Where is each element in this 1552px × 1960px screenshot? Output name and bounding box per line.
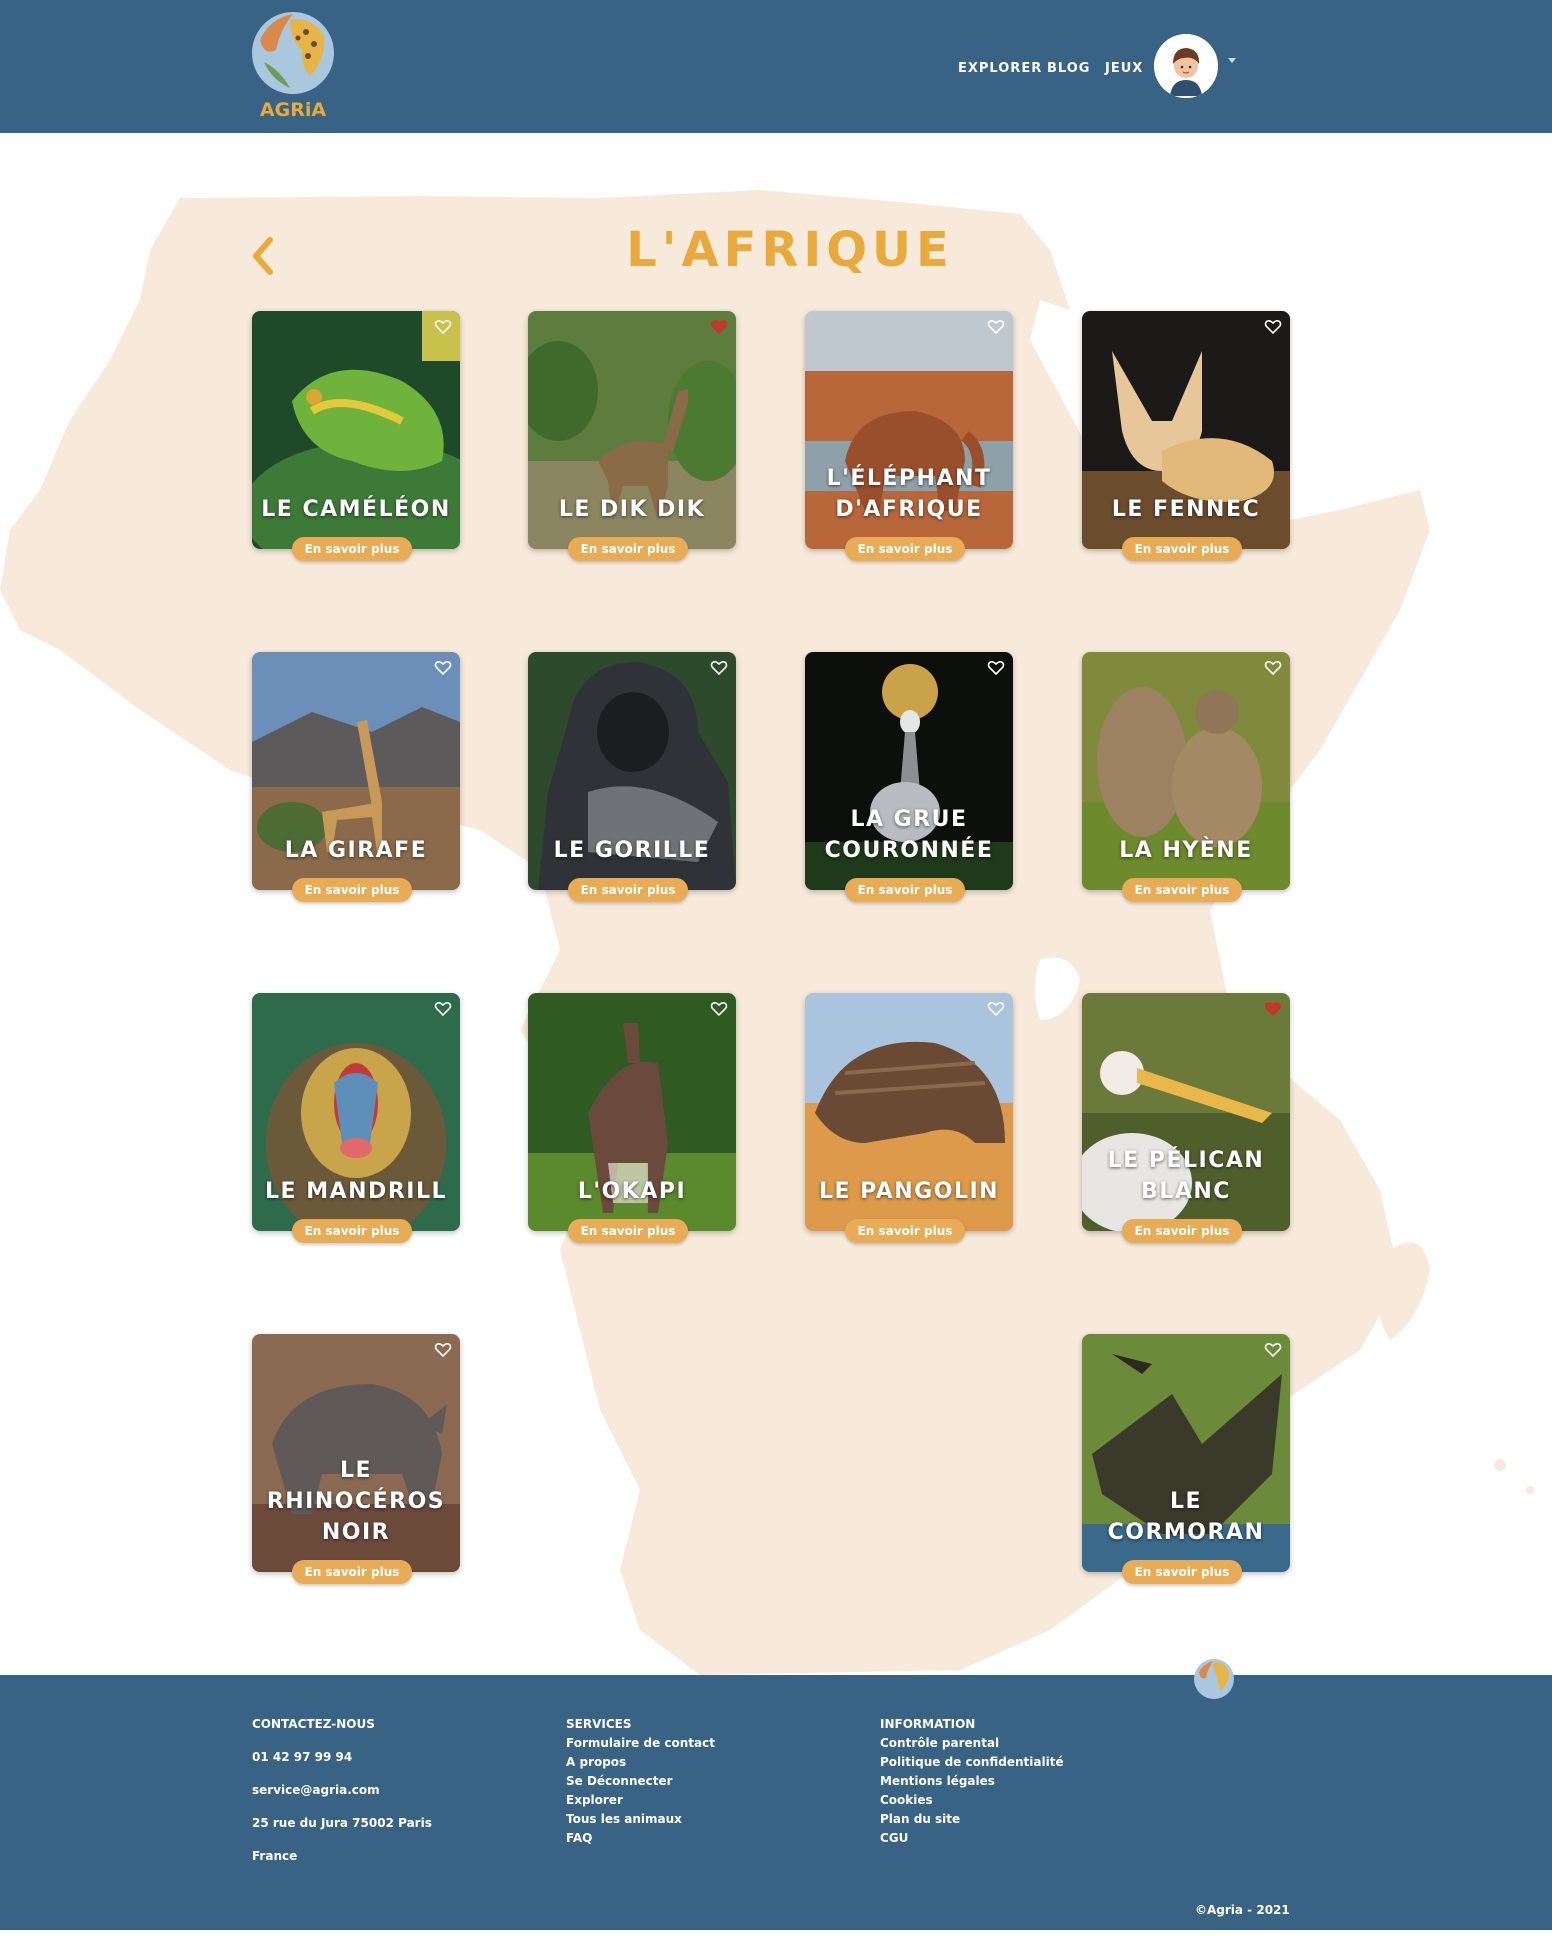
animal-name: LA GIRAFE <box>284 838 428 863</box>
site-header: AGRiA EXPLORER BLOG JEUX <box>0 0 1552 133</box>
animal-card[interactable]: L'ÉLÉPHANT D'AFRIQUE En savoir plus <box>805 311 1013 561</box>
heart-outline-icon[interactable] <box>710 1001 728 1017</box>
footer-link[interactable]: Se Déconnecter <box>566 1774 715 1788</box>
heart-outline-icon[interactable] <box>1264 1342 1282 1358</box>
page-title: L'AFRIQUE <box>626 222 954 278</box>
learn-more-button[interactable]: En savoir plus <box>568 537 688 561</box>
footer-contact: CONTACTEZ-NOUS 01 42 97 99 94 service@ag… <box>252 1717 432 1882</box>
contact-email[interactable]: service@agria.com <box>252 1783 432 1797</box>
animal-card[interactable]: LE DIK DIK En savoir plus <box>528 311 736 561</box>
heart-outline-icon[interactable] <box>1264 660 1282 676</box>
nav-explorer[interactable]: EXPLORER <box>958 61 1042 76</box>
contact-country: France <box>252 1849 298 1863</box>
animal-name: LA HYÈNE <box>1119 838 1253 863</box>
animal-name: LE CORMORAN <box>1107 1489 1265 1545</box>
footer-information: INFORMATION Contrôle parental Politique … <box>880 1717 1064 1850</box>
heart-outline-icon[interactable] <box>987 1001 1005 1017</box>
heart-outline-icon[interactable] <box>434 1001 452 1017</box>
animal-card[interactable]: LA GIRAFE En savoir plus <box>252 652 460 902</box>
footer-services: SERVICES Formulaire de contact A propos … <box>566 1717 715 1850</box>
logo-text: AGRiA <box>260 99 326 121</box>
learn-more-button[interactable]: En savoir plus <box>1122 878 1242 902</box>
footer-heading: SERVICES <box>566 1717 632 1731</box>
footer-link[interactable]: Politique de confidentialité <box>880 1755 1064 1769</box>
footer-link[interactable]: CGU <box>880 1831 1064 1845</box>
learn-more-button[interactable]: En savoir plus <box>1122 1560 1242 1584</box>
animal-name: LE CAMÉLÉON <box>261 497 451 522</box>
footer-link[interactable]: Contrôle parental <box>880 1736 1064 1750</box>
footer-logo[interactable] <box>1193 1658 1235 1712</box>
learn-more-button[interactable]: En savoir plus <box>292 878 412 902</box>
animal-card[interactable]: LE RHINOCÉROS NOIR En savoir plus <box>252 1334 460 1584</box>
back-button[interactable] <box>248 236 278 276</box>
animal-name: LE RHINOCÉROS NOIR <box>266 1458 446 1545</box>
animal-card[interactable]: L'OKAPI En savoir plus <box>528 993 736 1243</box>
animal-card[interactable]: LE PÉLICAN BLANC En savoir plus <box>1082 993 1290 1243</box>
heart-outline-icon[interactable] <box>1264 319 1282 335</box>
animal-name: L'OKAPI <box>577 1179 687 1204</box>
contact-address: 25 rue du Jura 75002 Paris <box>252 1816 432 1830</box>
learn-more-button[interactable]: En savoir plus <box>292 1560 412 1584</box>
nav-blog[interactable]: BLOG <box>1047 61 1090 76</box>
heart-outline-icon[interactable] <box>434 660 452 676</box>
heart-filled-icon[interactable] <box>1264 1001 1282 1017</box>
animal-card[interactable]: LE CORMORAN En savoir plus <box>1082 1334 1290 1584</box>
animal-card[interactable]: LE CAMÉLÉON En savoir plus <box>252 311 460 561</box>
africa-map-background <box>0 190 1552 1675</box>
animal-name: LE FENNEC <box>1111 497 1261 522</box>
animal-card[interactable]: LE GORILLE En savoir plus <box>528 652 736 902</box>
animal-name: LE DIK DIK <box>558 497 706 522</box>
footer-link[interactable]: A propos <box>566 1755 715 1769</box>
animal-card[interactable]: LA HYÈNE En savoir plus <box>1082 652 1290 902</box>
learn-more-button[interactable]: En savoir plus <box>568 878 688 902</box>
footer-link[interactable]: Cookies <box>880 1793 1064 1807</box>
footer-link[interactable]: Plan du site <box>880 1812 1064 1826</box>
learn-more-button[interactable]: En savoir plus <box>292 1219 412 1243</box>
heart-outline-icon[interactable] <box>434 319 452 335</box>
learn-more-button[interactable]: En savoir plus <box>845 1219 965 1243</box>
contact-phone[interactable]: 01 42 97 99 94 <box>252 1750 432 1764</box>
agria-logo[interactable]: AGRiA <box>250 10 336 122</box>
animal-name: LE GORILLE <box>553 838 711 863</box>
user-avatar-icon[interactable] <box>1154 34 1218 98</box>
animal-card[interactable]: LE PANGOLIN En savoir plus <box>805 993 1013 1243</box>
animal-card[interactable]: LA GRUE COURONNÉE En savoir plus <box>805 652 1013 902</box>
animal-card[interactable]: LE FENNEC En savoir plus <box>1082 311 1290 561</box>
footer-link[interactable]: Mentions légales <box>880 1774 1064 1788</box>
heart-filled-icon[interactable] <box>710 319 728 335</box>
learn-more-button[interactable]: En savoir plus <box>845 537 965 561</box>
animal-name: LE PÉLICAN BLANC <box>1107 1148 1265 1204</box>
heart-outline-icon[interactable] <box>987 660 1005 676</box>
nav-jeux[interactable]: JEUX <box>1105 61 1143 76</box>
footer-heading: CONTACTEZ-NOUS <box>252 1717 375 1731</box>
animal-name: LE PANGOLIN <box>818 1179 1000 1204</box>
learn-more-button[interactable]: En savoir plus <box>1122 537 1242 561</box>
learn-more-button[interactable]: En savoir plus <box>568 1219 688 1243</box>
footer-heading: INFORMATION <box>880 1717 976 1731</box>
chevron-left-icon <box>253 237 273 275</box>
learn-more-button[interactable]: En savoir plus <box>845 878 965 902</box>
heart-outline-icon[interactable] <box>434 1342 452 1358</box>
animal-name: L'ÉLÉPHANT D'AFRIQUE <box>826 466 992 522</box>
heart-outline-icon[interactable] <box>987 319 1005 335</box>
footer-link[interactable]: Tous les animaux <box>566 1812 715 1826</box>
site-footer: CONTACTEZ-NOUS 01 42 97 99 94 service@ag… <box>0 1659 1552 1930</box>
footer-link[interactable]: Formulaire de contact <box>566 1736 715 1750</box>
footer-link[interactable]: FAQ <box>566 1831 715 1845</box>
account-dropdown-icon[interactable] <box>1228 58 1236 63</box>
animal-name: LA GRUE COURONNÉE <box>824 807 994 863</box>
learn-more-button[interactable]: En savoir plus <box>1122 1219 1242 1243</box>
animal-card[interactable]: LE MANDRILL En savoir plus <box>252 993 460 1243</box>
learn-more-button[interactable]: En savoir plus <box>292 537 412 561</box>
copyright: ©Agria - 2021 <box>1195 1903 1290 1917</box>
heart-outline-icon[interactable] <box>710 660 728 676</box>
animal-name: LE MANDRILL <box>265 1179 447 1204</box>
footer-link[interactable]: Explorer <box>566 1793 715 1807</box>
